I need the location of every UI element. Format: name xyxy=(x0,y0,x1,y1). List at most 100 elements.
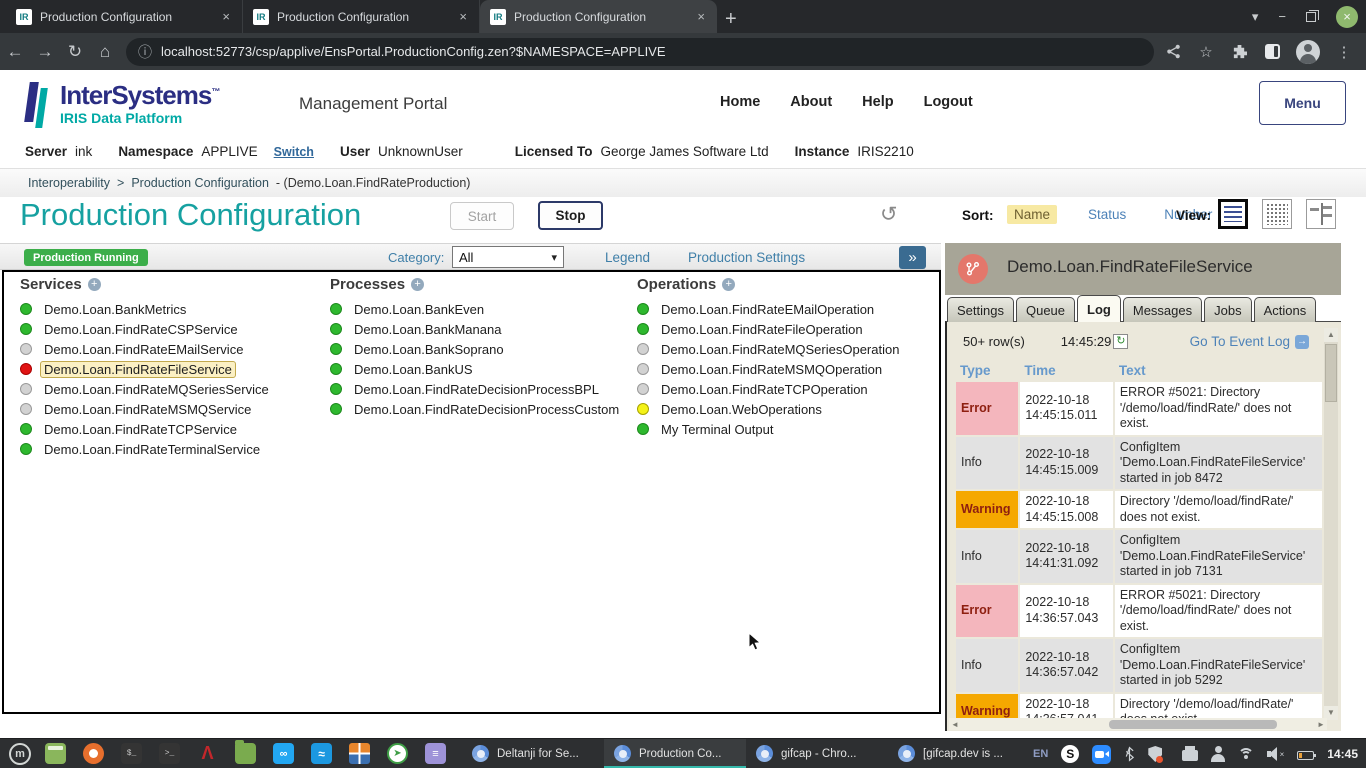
config-item[interactable]: Demo.Loan.BankManana xyxy=(330,319,623,339)
go-to-event-log-link[interactable]: Go To Event Log → xyxy=(1190,334,1309,349)
share-icon[interactable] xyxy=(1164,43,1182,61)
config-item[interactable]: Demo.Loan.FindRateEMailOperation xyxy=(637,299,903,319)
browser-menu-icon[interactable]: ⋮ xyxy=(1335,43,1353,61)
portal-nav-link[interactable]: Logout xyxy=(924,94,973,110)
config-item[interactable]: My Terminal Output xyxy=(637,419,903,439)
bluetooth-icon[interactable] xyxy=(1124,746,1135,762)
terminal-icon[interactable]: $_ xyxy=(121,743,142,764)
battery-icon[interactable] xyxy=(1297,751,1314,760)
breadcrumb-root[interactable]: Interoperability xyxy=(28,176,110,190)
config-item[interactable]: Demo.Loan.FindRateMSMQOperation xyxy=(637,359,903,379)
browser-tab[interactable]: IR Production Configuration × xyxy=(243,0,480,33)
scroll-up-icon[interactable]: ▲ xyxy=(1324,328,1338,342)
config-item[interactable]: Demo.Loan.FindRateFileService xyxy=(20,359,273,379)
config-item[interactable]: Demo.Loan.FindRateEMailService xyxy=(20,339,273,359)
maximize-button[interactable] xyxy=(1306,12,1316,22)
log-row[interactable]: Info 2022-10-1814:41:31.092 ConfigItem '… xyxy=(956,530,1322,583)
keyboard-layout-indicator[interactable]: EN xyxy=(1033,748,1048,760)
log-row[interactable]: Error 2022-10-1814:45:15.011 ERROR #5021… xyxy=(956,382,1322,435)
forward-icon[interactable]: → xyxy=(30,42,60,62)
config-item[interactable]: Demo.Loan.FindRateFileOperation xyxy=(637,319,903,339)
view-list-icon[interactable] xyxy=(1218,199,1248,229)
tab-close-icon[interactable]: × xyxy=(220,9,232,24)
taskbar-window-button[interactable]: [gifcap.dev is ... xyxy=(888,739,1030,768)
start-button[interactable]: Start xyxy=(450,202,514,230)
browser-tab[interactable]: IR Production Configuration × xyxy=(6,0,243,33)
taskbar-window-button[interactable]: Deltanji for Se... xyxy=(462,739,604,768)
close-window-button[interactable]: × xyxy=(1336,6,1358,28)
taskbar-window-button[interactable]: Production Co... xyxy=(604,739,746,768)
config-item[interactable]: Demo.Loan.FindRateDecisionProcessBPL xyxy=(330,379,623,399)
production-settings-link[interactable]: Production Settings xyxy=(688,250,805,265)
folder-icon[interactable] xyxy=(235,743,256,764)
bookmark-star-icon[interactable]: ☆ xyxy=(1197,43,1215,61)
config-item[interactable]: Demo.Loan.FindRateMQSeriesService xyxy=(20,379,273,399)
notes-app-icon[interactable]: ≡ xyxy=(425,743,446,764)
log-row[interactable]: Info 2022-10-1814:36:57.042 ConfigItem '… xyxy=(956,639,1322,692)
detail-tab[interactable]: Log xyxy=(1077,295,1121,322)
config-item[interactable]: Demo.Loan.FindRateMQSeriesOperation xyxy=(637,339,903,359)
user-tray-icon[interactable] xyxy=(1211,746,1225,762)
red-app-icon[interactable]: Λ xyxy=(197,743,218,764)
files-app-icon[interactable] xyxy=(45,743,66,764)
tab-close-icon[interactable]: × xyxy=(695,9,707,24)
compass-app-icon[interactable]: ➤ xyxy=(387,743,408,764)
detail-tab[interactable]: Actions xyxy=(1254,297,1317,322)
monitor-app-icon[interactable]: ≈ xyxy=(311,743,332,764)
config-item[interactable]: Demo.Loan.BankMetrics xyxy=(20,299,273,319)
portal-nav-link[interactable]: About xyxy=(790,94,832,110)
video-camera-icon[interactable] xyxy=(1092,745,1111,764)
side-panel-icon[interactable] xyxy=(1263,43,1281,61)
log-header-type[interactable]: Type xyxy=(956,361,1018,380)
mint-menu-icon[interactable]: m xyxy=(9,743,31,765)
detail-tab[interactable]: Queue xyxy=(1016,297,1075,322)
config-item[interactable]: Demo.Loan.BankEven xyxy=(330,299,623,319)
new-tab-button[interactable]: + xyxy=(725,9,737,29)
category-select[interactable]: All ▾ xyxy=(452,246,564,268)
config-item[interactable]: Demo.Loan.BankSoprano xyxy=(330,339,623,359)
flame-app-icon[interactable] xyxy=(83,743,104,764)
view-split-icon[interactable] xyxy=(1306,199,1336,229)
log-row[interactable]: Warning 2022-10-1814:45:15.008 Directory… xyxy=(956,491,1322,528)
terminal2-icon[interactable]: >_ xyxy=(159,743,180,764)
detail-tab[interactable]: Messages xyxy=(1123,297,1202,322)
detail-tab[interactable]: Jobs xyxy=(1204,297,1251,322)
printer-icon[interactable] xyxy=(1182,750,1198,761)
switch-link[interactable]: Switch xyxy=(274,145,314,159)
vscode-icon[interactable]: ∞ xyxy=(273,743,294,764)
profile-avatar[interactable] xyxy=(1296,40,1320,64)
calculator-icon[interactable] xyxy=(349,743,370,764)
log-header-text[interactable]: Text xyxy=(1115,361,1322,380)
url-text[interactable]: localhost:52773/csp/applive/EnsPortal.Pr… xyxy=(161,44,666,59)
home-icon[interactable]: ⌂ xyxy=(90,42,120,62)
s-tray-icon[interactable]: S xyxy=(1061,745,1079,763)
config-item[interactable]: Demo.Loan.WebOperations xyxy=(637,399,903,419)
volume-muted-icon[interactable]: × xyxy=(1267,747,1284,761)
reload-icon[interactable]: ↻ xyxy=(60,42,90,62)
site-info-icon[interactable]: ⓘ xyxy=(138,42,152,62)
config-item[interactable]: Demo.Loan.FindRateTerminalService xyxy=(20,439,273,459)
legend-link[interactable]: Legend xyxy=(605,250,650,265)
browser-tab[interactable]: IR Production Configuration × xyxy=(480,0,717,33)
refresh-icon[interactable]: ↻ xyxy=(1113,334,1128,349)
sort-option[interactable]: Status xyxy=(1081,205,1133,224)
config-item[interactable]: Demo.Loan.BankUS xyxy=(330,359,623,379)
add-process-icon[interactable]: + xyxy=(411,278,424,291)
tab-close-icon[interactable]: × xyxy=(457,9,469,24)
horizontal-scrollbar[interactable]: ◄ ► xyxy=(949,718,1327,730)
view-grid-icon[interactable] xyxy=(1262,199,1292,229)
add-operation-icon[interactable]: + xyxy=(722,278,735,291)
minimize-button[interactable]: − xyxy=(1278,9,1286,24)
portal-nav-link[interactable]: Help xyxy=(862,94,893,110)
scroll-left-icon[interactable]: ◄ xyxy=(949,720,961,729)
log-row[interactable]: Info 2022-10-1814:45:15.009 ConfigItem '… xyxy=(956,437,1322,490)
scroll-right-icon[interactable]: ► xyxy=(1315,720,1327,729)
back-icon[interactable]: ← xyxy=(0,42,30,62)
sort-option[interactable]: Name xyxy=(1007,205,1057,224)
expand-panel-button[interactable]: » xyxy=(899,246,926,269)
vertical-scroll-thumb[interactable] xyxy=(1325,344,1337,402)
detail-tab[interactable]: Settings xyxy=(947,297,1014,322)
security-shield-icon[interactable] xyxy=(1148,746,1169,762)
vertical-scrollbar[interactable]: ▲ ▼ xyxy=(1324,328,1338,720)
config-item[interactable]: Demo.Loan.FindRateTCPService xyxy=(20,419,273,439)
